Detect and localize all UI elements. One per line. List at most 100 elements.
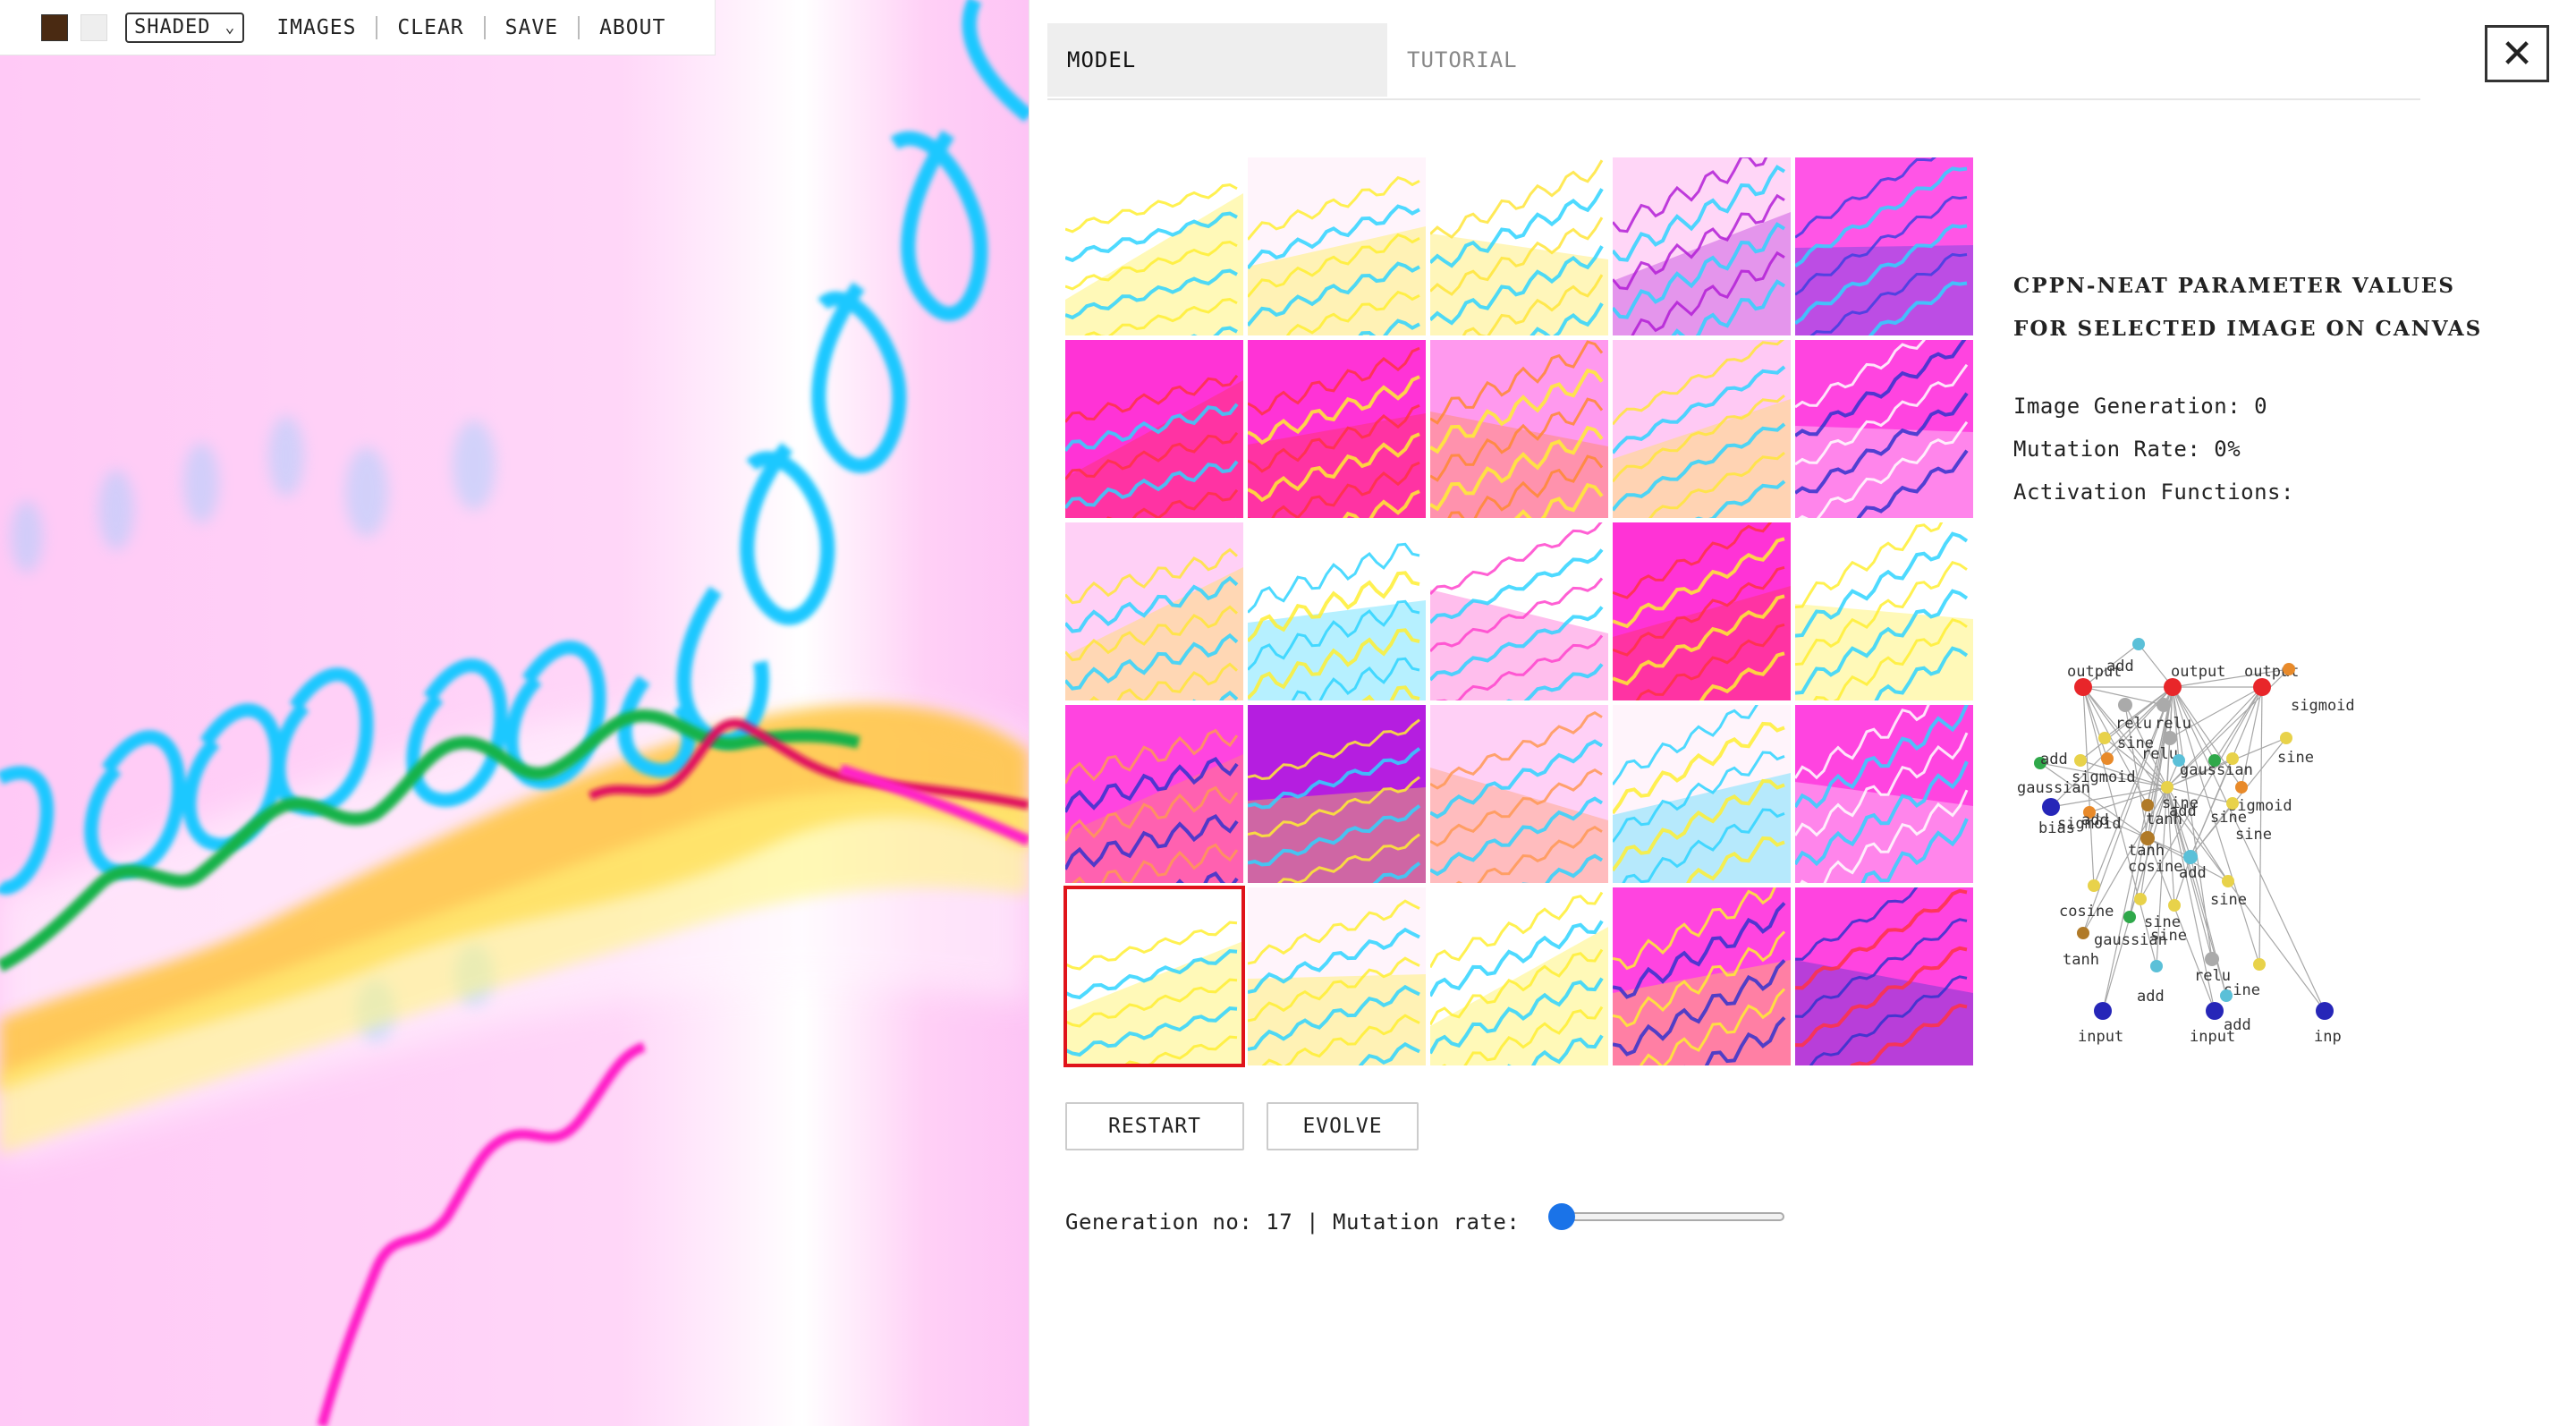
network-node — [2226, 797, 2239, 810]
network-node — [2157, 698, 2171, 712]
network-node — [2042, 798, 2060, 816]
evolved-image-tile[interactable] — [1248, 887, 1426, 1065]
network-node — [2123, 911, 2136, 923]
evolved-image-tile[interactable] — [1065, 157, 1243, 335]
mutation-rate-slider[interactable] — [1548, 1203, 1786, 1230]
evolved-image-tile[interactable] — [1065, 522, 1243, 700]
network-node-label: cosine — [2059, 903, 2114, 921]
network-node-label: relu — [2115, 715, 2152, 733]
network-node — [2098, 732, 2111, 744]
parameter-values-heading: CPPN-NEAT PARAMETER VALUES FOR SELECTED … — [2013, 265, 2482, 351]
network-node — [2226, 752, 2239, 765]
evolved-image-tile[interactable] — [1613, 522, 1791, 700]
network-node-label: add — [2169, 802, 2197, 820]
network-node — [2141, 799, 2154, 811]
network-node-label: sine — [2235, 826, 2272, 844]
evolved-image-tile[interactable] — [1613, 340, 1791, 518]
network-node-label: input — [2078, 1028, 2123, 1046]
network-node — [2074, 678, 2092, 696]
restart-button[interactable]: RESTART — [1065, 1102, 1244, 1150]
evolved-image-tile[interactable] — [1430, 157, 1608, 335]
chevron-down-icon: ⌄ — [225, 18, 236, 37]
evolved-image-tile[interactable] — [1065, 340, 1243, 518]
evolved-image-tile[interactable] — [1063, 886, 1245, 1067]
evolved-image-tile[interactable] — [1430, 340, 1608, 518]
network-node-label: output — [2171, 663, 2225, 681]
network-node — [2161, 781, 2174, 794]
evolved-image-tile[interactable] — [1613, 887, 1791, 1065]
network-node-label: tanh — [2128, 842, 2165, 860]
top-toolbar: SHADED ⌄ IMAGES CLEAR SAVE ABOUT — [0, 0, 716, 55]
network-node-label: tanh — [2063, 951, 2099, 969]
about-link[interactable]: ABOUT — [580, 16, 685, 39]
tab-tutorial[interactable]: TUTORIAL — [1387, 23, 1656, 97]
network-node — [2253, 958, 2266, 971]
evolved-image-tile[interactable] — [1795, 522, 1973, 700]
clear-link[interactable]: CLEAR — [377, 16, 483, 39]
network-node-label: add — [2137, 988, 2165, 1006]
close-icon: ✕ — [2500, 30, 2534, 77]
panel-tabs: MODEL TUTORIAL — [1047, 23, 2420, 100]
network-node — [2168, 899, 2181, 912]
evolved-image-tile[interactable] — [1248, 157, 1426, 335]
status-separator: | — [1306, 1210, 1320, 1235]
network-node-label: inp — [2314, 1028, 2342, 1046]
primary-color-swatch[interactable] — [41, 13, 68, 41]
evolved-image-tile[interactable] — [1248, 522, 1426, 700]
render-mode-select[interactable]: SHADED ⌄ — [125, 12, 245, 43]
mutation-rate-text: Mutation Rate: 0% — [2013, 437, 2241, 462]
activation-functions-text: Activation Functions: — [2013, 480, 2294, 505]
generated-artwork — [0, 0, 1029, 1426]
evolved-image-tile[interactable] — [1795, 340, 1973, 518]
evolved-image-tile[interactable] — [1430, 887, 1608, 1065]
network-node-label: add — [2040, 751, 2068, 768]
image-generation-text: Image Generation: 0 — [2013, 394, 2268, 419]
evolved-image-tile[interactable] — [1795, 157, 1973, 335]
evolved-image-tile[interactable] — [1613, 705, 1791, 883]
network-node — [2222, 875, 2234, 887]
generation-label: Generation no: — [1065, 1210, 1253, 1235]
network-node — [2134, 893, 2147, 905]
network-node — [2235, 781, 2248, 794]
network-node — [2283, 663, 2295, 675]
tab-model[interactable]: MODEL — [1047, 23, 1387, 97]
heading-line-1: CPPN-NEAT PARAMETER VALUES — [2013, 274, 2455, 298]
close-button[interactable]: ✕ — [2485, 25, 2549, 82]
network-node — [2316, 1002, 2334, 1020]
evolved-image-tile[interactable] — [1795, 705, 1973, 883]
evolution-grid — [1063, 157, 1973, 1070]
network-node — [2132, 638, 2145, 650]
network-node-label: sigmoid — [2291, 697, 2355, 715]
network-node — [2183, 850, 2198, 864]
evolve-button[interactable]: EVOLVE — [1267, 1102, 1419, 1150]
network-node — [2088, 879, 2100, 892]
evolved-image-tile[interactable] — [1248, 705, 1426, 883]
save-link[interactable]: SAVE — [486, 16, 578, 39]
generation-status: Generation no: 17 | Mutation rate: — [1065, 1210, 1520, 1235]
heading-line-2: FOR SELECTED IMAGE ON CANVAS — [2013, 317, 2483, 341]
art-canvas[interactable] — [0, 0, 1029, 1426]
evolved-image-tile[interactable] — [1613, 157, 1791, 335]
evolved-image-tile[interactable] — [1795, 887, 1973, 1065]
evolved-image-tile[interactable] — [1430, 705, 1608, 883]
mutation-rate-label: Mutation rate: — [1333, 1210, 1521, 1235]
generation-value: 17 — [1266, 1210, 1293, 1235]
network-node — [2253, 678, 2271, 696]
evolved-image-tile[interactable] — [1430, 522, 1608, 700]
network-graph: outputadd output outputsigmoidrelu relusine… — [2017, 638, 2355, 1046]
network-node — [2206, 1002, 2224, 1020]
secondary-color-swatch[interactable] — [80, 13, 107, 41]
slider-thumb[interactable] — [1548, 1203, 1575, 1230]
network-node-label: sine — [2277, 749, 2314, 767]
model-panel: MODEL TUTORIAL ✕ RESTART EVOLVE Generati… — [1029, 0, 2576, 1426]
network-node-label: add — [2081, 811, 2109, 829]
network-node-label: input — [2190, 1028, 2235, 1046]
network-node-label: cosine — [2128, 858, 2182, 876]
network-node — [2280, 732, 2292, 744]
evolved-image-tile[interactable] — [1065, 705, 1243, 883]
network-node — [2101, 752, 2114, 765]
images-link[interactable]: IMAGES — [257, 16, 376, 39]
network-node — [2094, 1002, 2112, 1020]
evolved-image-tile[interactable] — [1248, 340, 1426, 518]
network-node-label: sine — [2150, 927, 2187, 945]
